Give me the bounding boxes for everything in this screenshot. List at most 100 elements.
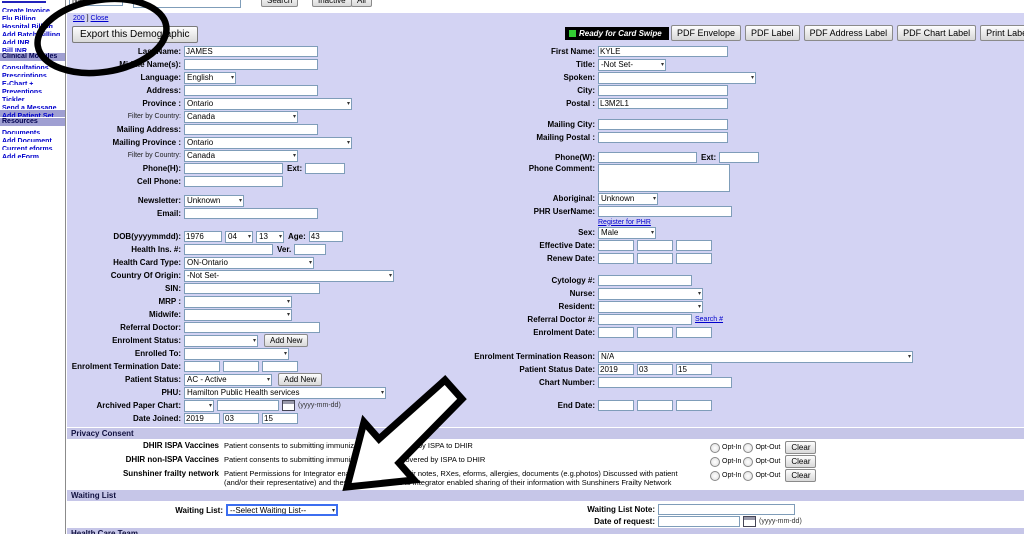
enrolment-termination-reason-select[interactable]: N/A ▾ xyxy=(598,350,913,363)
sidebar-item-create-invoice[interactable]: Create Invoice xyxy=(0,5,65,12)
sidebar-item-prescriptions[interactable]: Prescriptions xyxy=(0,70,65,77)
date-of-request-input[interactable] xyxy=(658,515,740,527)
patient-status-select[interactable]: AC - Active ▾ xyxy=(184,373,272,386)
dob-yyyymmdd-4-input[interactable] xyxy=(308,231,343,242)
sidebar-item-partial[interactable] xyxy=(2,1,46,3)
optout-radio[interactable] xyxy=(743,456,754,467)
phone-h-2-input[interactable] xyxy=(305,163,346,174)
patient-status-date-1-input[interactable] xyxy=(637,364,673,375)
aboriginal-select[interactable]: Unknown ▾ xyxy=(598,192,658,205)
pdf-envelope-button[interactable]: PDF Envelope xyxy=(671,25,742,41)
mailing-postal-input[interactable] xyxy=(598,132,728,143)
enrolment-termination-date-2-input[interactable] xyxy=(262,361,298,372)
patient-status-date-input[interactable] xyxy=(598,364,634,375)
pdf-label-button[interactable]: PDF Label xyxy=(745,25,800,41)
postal-input[interactable] xyxy=(598,98,728,109)
demographic-number-link[interactable]: 200 xyxy=(73,15,85,22)
clear-button[interactable]: Clear xyxy=(785,455,817,468)
sidebar-link-flu-billing[interactable]: Flu Billing xyxy=(2,16,36,20)
sidebar-link-add-document[interactable]: Add Document xyxy=(2,138,52,142)
sidebar-link-add-eform[interactable]: Add eForm xyxy=(2,154,39,158)
date-joined-input[interactable] xyxy=(184,413,220,424)
country-of-origin-select[interactable]: -Not Set- ▾ xyxy=(184,269,394,282)
optout-radio[interactable] xyxy=(743,470,754,481)
mailing-province-select[interactable]: Ontario ▾ xyxy=(184,136,352,149)
archived-paper-chart-select[interactable]: ▾ xyxy=(184,399,214,412)
archived-paper-chart-1-input[interactable] xyxy=(217,400,279,411)
sidebar-item-hospital-billing[interactable]: Hospital Billing xyxy=(0,21,65,28)
sidebar-link-documents[interactable]: Documents xyxy=(2,130,40,134)
sidebar-link-add-inr[interactable]: Add INR xyxy=(2,40,30,44)
mailing-city-input[interactable] xyxy=(598,119,728,130)
sidebar-link-add-patient-set[interactable]: Add Patient Set xyxy=(2,113,54,117)
cytology-input[interactable] xyxy=(598,275,692,286)
waiting-list-note-input[interactable] xyxy=(658,503,795,515)
enrolment-status-select[interactable]: ▾ xyxy=(184,334,258,347)
inactive-button[interactable]: Inactive xyxy=(312,0,352,7)
health-ins-input[interactable] xyxy=(184,244,273,255)
all-button[interactable]: All xyxy=(351,0,372,7)
sidebar-item-preventions[interactable]: Preventions xyxy=(0,86,65,93)
add-new-button[interactable]: Add New xyxy=(278,373,323,386)
phone-h-input[interactable] xyxy=(184,163,283,174)
sidebar-item-flu-billing[interactable]: Flu Billing xyxy=(0,13,65,20)
email-input[interactable] xyxy=(184,208,318,219)
date-joined-1-input[interactable] xyxy=(223,413,259,424)
filter-by-country-select[interactable]: Canada ▾ xyxy=(184,149,298,162)
phr-username-input[interactable] xyxy=(598,206,732,217)
effective-date-1-input[interactable] xyxy=(637,240,673,251)
enrolment-termination-date-1-input[interactable] xyxy=(223,361,259,372)
phu-select[interactable]: Hamilton Public Health services ▾ xyxy=(184,386,386,399)
end-date-input[interactable] xyxy=(598,400,634,411)
optin-radio[interactable] xyxy=(710,470,720,481)
mailing-address-input[interactable] xyxy=(184,124,318,135)
search-button[interactable]: Search xyxy=(261,0,299,7)
enrolment-date-2-input[interactable] xyxy=(676,327,712,338)
calendar-icon[interactable] xyxy=(743,515,756,527)
sidebar-item-add-patient-set[interactable]: Add Patient Set xyxy=(0,110,65,117)
sidebar-item-bill-inr[interactable]: Bill INR xyxy=(0,45,65,52)
enrolment-date-1-input[interactable] xyxy=(637,327,673,338)
referral-doctor-input[interactable] xyxy=(184,322,320,333)
sidebar-link-send-a-message[interactable]: Send a Message xyxy=(2,105,56,109)
renew-date-input[interactable] xyxy=(598,253,634,264)
optout-radio[interactable] xyxy=(743,442,754,453)
sidebar-link-preventions[interactable]: Preventions xyxy=(2,89,42,93)
sidebar-item-add-inr[interactable]: Add INR xyxy=(0,37,65,44)
city-input[interactable] xyxy=(598,85,728,96)
close-link[interactable]: Close xyxy=(91,15,109,22)
print-label-button[interactable]: Print Label xyxy=(980,25,1024,41)
province-select[interactable]: Ontario ▾ xyxy=(184,97,352,110)
sidebar-item-documents[interactable]: Documents xyxy=(0,127,65,134)
patient-status-date-2-input[interactable] xyxy=(676,364,712,375)
effective-date-2-input[interactable] xyxy=(676,240,712,251)
end-date-2-input[interactable] xyxy=(676,400,712,411)
resident-select[interactable]: ▾ xyxy=(598,300,703,313)
sidebar-link-tickler[interactable]: Tickler xyxy=(2,97,24,101)
optin-radio[interactable] xyxy=(710,442,720,453)
sidebar-item-tickler[interactable]: Tickler xyxy=(0,94,65,101)
sidebar-link-bill-inr[interactable]: Bill INR xyxy=(2,48,27,52)
filter-by-country-select[interactable]: Canada ▾ xyxy=(184,110,298,123)
sidebar-link-create-invoice[interactable]: Create Invoice xyxy=(2,8,50,12)
sidebar-link-e-chart[interactable]: E-Chart + xyxy=(2,81,33,85)
date-joined-2-input[interactable] xyxy=(262,413,298,424)
enrolment-date-input[interactable] xyxy=(598,327,634,338)
middle-name-s-input[interactable] xyxy=(184,59,318,70)
pdf-chart-label-button[interactable]: PDF Chart Label xyxy=(897,25,977,41)
search-link[interactable]: Search # xyxy=(695,316,723,323)
title-select[interactable]: -Not Set- ▾ xyxy=(598,58,666,71)
export-demographic-button[interactable]: Export this Demographic xyxy=(72,26,198,43)
cell-phone-input[interactable] xyxy=(184,176,283,187)
clear-button[interactable]: Clear xyxy=(785,441,817,454)
phone-w-2-input[interactable] xyxy=(719,152,760,163)
newsletter-select[interactable]: Unknown ▾ xyxy=(184,194,244,207)
effective-date-input[interactable] xyxy=(598,240,634,251)
dob-yyyymmdd-1-select[interactable]: 04 ▾ xyxy=(225,230,253,243)
nurse-select[interactable]: ▾ xyxy=(598,287,703,300)
renew-date-2-input[interactable] xyxy=(676,253,712,264)
sidebar-item-add-document[interactable]: Add Document xyxy=(0,135,65,142)
first-name-input[interactable] xyxy=(598,46,728,57)
clear-button[interactable]: Clear xyxy=(785,469,817,482)
sex-select[interactable]: Male ▾ xyxy=(598,226,656,239)
